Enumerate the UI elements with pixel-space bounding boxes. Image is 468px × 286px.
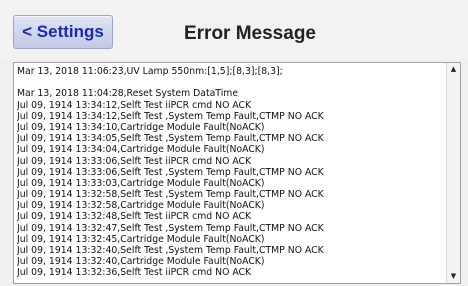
log-line: Jul 09, 1914 13:32:58,Cartridge Module F… (17, 200, 265, 212)
log-line: Jul 09, 1914 13:32:58,Selft Test ,System… (17, 189, 324, 201)
page-title: Error Message (183, 23, 316, 44)
log-line: Jul 09, 1914 13:33:06,Selft Test ,System… (17, 166, 324, 178)
log-line: Jul 09, 1914 13:33:06,Selft Test iiPCR c… (17, 155, 252, 167)
log-line: Mar 13, 2018 11:04:28,Reset System DataT… (17, 88, 239, 100)
log-line: Jul 09, 1914 13:34:04,Cartridge Module F… (17, 144, 265, 156)
log-line: Jul 09, 1914 13:32:47,Selft Test ,System… (17, 222, 324, 234)
scroll-up-arrow-icon[interactable]: ▲ (449, 65, 458, 74)
error-message-screen: < Settings Error Message Mar 13, 2018 11… (0, 0, 468, 286)
log-line: Jul 09, 1914 13:34:10,Cartridge Module F… (17, 121, 265, 133)
log-line: Jul 09, 1914 13:33:03,Cartridge Module F… (17, 177, 265, 189)
scroll-down-arrow-icon[interactable]: ▼ (449, 272, 458, 281)
error-log-content: Mar 13, 2018 11:06:23,UV Lamp 550nm:[1,5… (17, 66, 445, 283)
log-line: Jul 09, 1914 13:32:36,Selft Test iiPCR c… (17, 267, 252, 279)
log-line: Jul 09, 1914 13:32:40,Selft Test ,System… (17, 245, 324, 256)
log-line: Jul 09, 1914 13:34:12,Selft Test iiPCR c… (17, 99, 252, 111)
log-line: Jul 09, 1914 13:32:48,Selft Test iiPCR c… (17, 211, 252, 223)
log-line: Jul 09, 1914 13:34:05,Selft Test ,System… (17, 133, 324, 145)
header-bar: < Settings Error Message (0, 0, 468, 60)
log-line: Mar 13, 2018 11:06:23,UV Lamp 550nm:[1,5… (17, 66, 283, 77)
log-line-blank (17, 77, 445, 88)
vertical-scrollbar[interactable]: ▲ ▼ (446, 63, 460, 283)
settings-back-button[interactable]: < Settings (13, 15, 113, 49)
error-log-textarea[interactable]: Mar 13, 2018 11:06:23,UV Lamp 550nm:[1,5… (13, 62, 461, 284)
log-line: Jul 09, 1914 13:34:12,Selft Test ,System… (17, 110, 324, 122)
log-line: Jul 09, 1914 13:32:45,Cartridge Module F… (17, 233, 265, 245)
log-line: Jul 09, 1914 13:32:40,Cartridge Module F… (17, 256, 265, 268)
